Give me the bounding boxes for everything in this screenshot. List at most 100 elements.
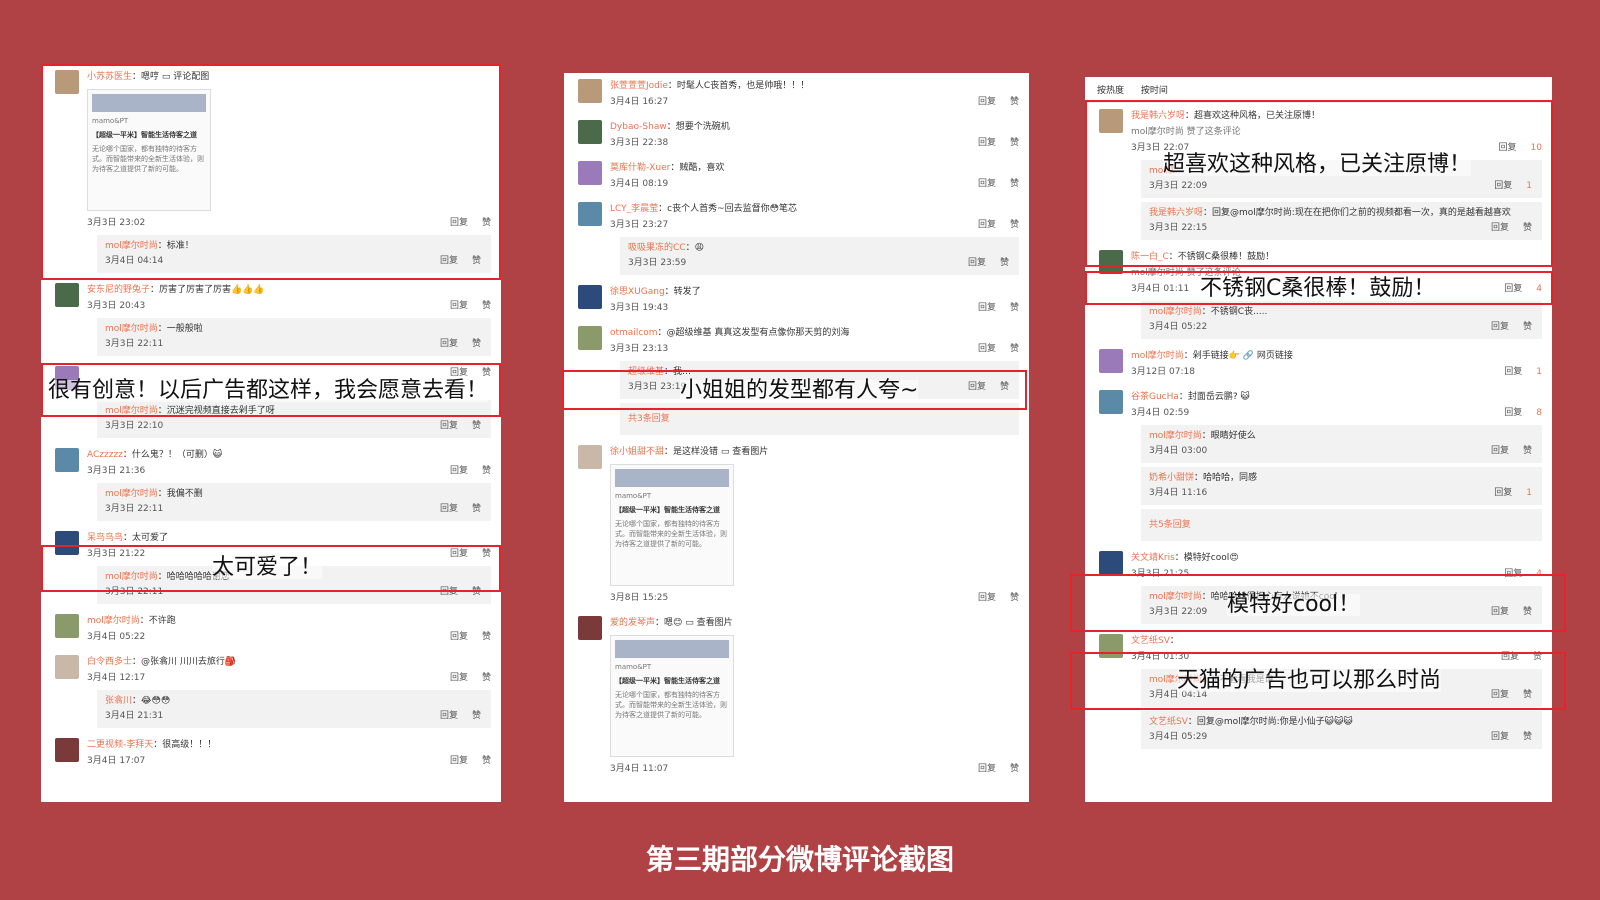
comment-username[interactable]: 张萱萱萱Jodie: [610, 81, 668, 91]
like-button[interactable]: 赞: [482, 549, 491, 559]
reply-button[interactable]: 回复: [450, 549, 468, 559]
avatar[interactable]: [1099, 634, 1123, 658]
reply-button[interactable]: 回复: [978, 179, 996, 189]
reply-button[interactable]: 回复: [450, 466, 468, 476]
avatar[interactable]: [578, 79, 602, 103]
like-button[interactable]: 赞: [1010, 138, 1019, 148]
avatar[interactable]: [578, 120, 602, 144]
more-replies-link[interactable]: 共5条回复: [1141, 509, 1542, 541]
reply-username[interactable]: mol摩尔时尚: [105, 241, 158, 251]
reply-button[interactable]: 回复: [1504, 569, 1522, 579]
like-button[interactable]: 赞: [472, 256, 481, 266]
comment-username[interactable]: 呆鸟鸟鸟: [87, 533, 123, 543]
avatar[interactable]: [55, 655, 79, 679]
reply-button[interactable]: 回复: [440, 587, 458, 597]
like-button[interactable]: 赞: [482, 218, 491, 228]
reply-username[interactable]: mol摩尔时尚: [105, 324, 158, 334]
like-button[interactable]: 赞: [482, 632, 491, 642]
reply-button[interactable]: 回复: [440, 504, 458, 514]
comment-username[interactable]: 莫库什勒-Xuer: [610, 163, 670, 173]
reply-button[interactable]: 回复: [968, 382, 986, 392]
like-button[interactable]: 赞: [1010, 179, 1019, 189]
reply-button[interactable]: 回复: [1494, 488, 1512, 498]
like-button[interactable]: 赞: [482, 673, 491, 683]
comment-image-thumbnail[interactable]: mamo&PT 【超级一平米】智能生活侍客之道 无论哪个国家，都有独特的待客方式。而…: [87, 89, 211, 211]
like-button[interactable]: 赞: [1010, 593, 1019, 603]
reply-button[interactable]: 回复: [1491, 607, 1509, 617]
reply-button[interactable]: 回复: [1494, 181, 1512, 191]
reply-button[interactable]: 回复: [978, 138, 996, 148]
reply-button[interactable]: 回复: [450, 756, 468, 766]
comment-username[interactable]: 二更视频-李拜天: [87, 740, 153, 750]
reply-button[interactable]: 回复: [1504, 284, 1522, 294]
like-button[interactable]: 赞: [482, 756, 491, 766]
like-button[interactable]: 赞: [1523, 690, 1532, 700]
like-button[interactable]: 赞: [1523, 446, 1532, 456]
reply-button[interactable]: 回复: [1491, 690, 1509, 700]
comment-username[interactable]: mol摩尔时尚: [1131, 351, 1184, 361]
comment-username[interactable]: 徐小姐甜不甜: [610, 447, 664, 457]
like-button[interactable]: 赞: [1533, 652, 1542, 662]
like-button[interactable]: 赞: [472, 504, 481, 514]
like-button[interactable]: 赞: [1523, 732, 1532, 742]
like-button[interactable]: 赞: [472, 421, 481, 431]
tab-hot[interactable]: 按热度: [1097, 86, 1124, 96]
reply-button[interactable]: 回复: [978, 593, 996, 603]
reply-button[interactable]: 回复: [1504, 367, 1522, 377]
comment-username[interactable]: Dybao-Shaw: [610, 122, 667, 132]
reply-username[interactable]: mol摩尔时尚: [1149, 307, 1202, 317]
like-button[interactable]: 1: [1536, 367, 1542, 377]
like-button[interactable]: 赞: [1000, 382, 1009, 392]
like-button[interactable]: 赞: [472, 711, 481, 721]
reply-button[interactable]: 回复: [1491, 223, 1509, 233]
comment-username[interactable]: otmailcom: [610, 328, 658, 338]
comment-username[interactable]: 文艺纸SV: [1131, 636, 1170, 646]
avatar[interactable]: [578, 445, 602, 469]
reply-button[interactable]: 回复: [978, 97, 996, 107]
reply-button[interactable]: 回复: [978, 344, 996, 354]
reply-button[interactable]: 回复: [450, 673, 468, 683]
reply-button[interactable]: 回复: [450, 368, 468, 378]
avatar[interactable]: [578, 285, 602, 309]
like-button[interactable]: 赞: [482, 368, 491, 378]
like-button[interactable]: 1: [1526, 181, 1532, 191]
reply-button[interactable]: 回复: [1499, 143, 1517, 153]
avatar[interactable]: [55, 738, 79, 762]
like-button[interactable]: 赞: [1523, 223, 1532, 233]
reply-button[interactable]: 回复: [450, 632, 468, 642]
like-button[interactable]: 4: [1536, 569, 1542, 579]
reply-button[interactable]: 回复: [978, 303, 996, 313]
reply-button[interactable]: 回复: [440, 256, 458, 266]
reply-button[interactable]: 回复: [1491, 732, 1509, 742]
avatar[interactable]: [55, 531, 79, 555]
comment-username[interactable]: 徐思XUGang: [610, 287, 665, 297]
like-button[interactable]: 赞: [482, 466, 491, 476]
like-button[interactable]: 1: [1526, 488, 1532, 498]
reply-username[interactable]: mol摩尔时尚: [105, 572, 158, 582]
comment-image-thumbnail[interactable]: mamo&PT 【超级一平米】智能生活侍客之道 无论哪个国家，都有独特的待客方式。而…: [610, 464, 734, 586]
reply-username[interactable]: 我是韩六岁呀: [1149, 208, 1203, 218]
like-button[interactable]: 4: [1536, 284, 1542, 294]
reply-username[interactable]: 张翕川: [105, 696, 132, 706]
like-button[interactable]: 8: [1536, 408, 1542, 418]
reply-button[interactable]: 回复: [1501, 652, 1519, 662]
comment-username[interactable]: 我是韩六岁呀: [1131, 111, 1185, 121]
like-button[interactable]: 赞: [1000, 258, 1009, 268]
avatar[interactable]: [1099, 551, 1123, 575]
reply-button[interactable]: 回复: [978, 764, 996, 774]
tab-time[interactable]: 按时间: [1141, 86, 1168, 96]
reply-username[interactable]: 文艺纸SV: [1149, 717, 1188, 727]
reply-username[interactable]: mol摩尔时尚: [105, 406, 158, 416]
comment-username[interactable]: 小苏苏医生: [87, 72, 132, 82]
comment-username[interactable]: LCY_李晨莹: [610, 204, 658, 214]
comment-username[interactable]: 陈一白_C: [1131, 252, 1169, 262]
reply-button[interactable]: 回复: [1504, 408, 1522, 418]
like-button[interactable]: 赞: [1010, 97, 1019, 107]
reply-username[interactable]: mol摩尔时尚: [105, 489, 158, 499]
reply-button[interactable]: 回复: [440, 421, 458, 431]
reply-button[interactable]: 回复: [978, 220, 996, 230]
like-button[interactable]: 10: [1531, 143, 1542, 153]
comment-username[interactable]: mol摩尔时尚: [87, 616, 140, 626]
comment-username[interactable]: 关文靖Kris: [1131, 553, 1175, 563]
avatar[interactable]: [1099, 109, 1123, 133]
